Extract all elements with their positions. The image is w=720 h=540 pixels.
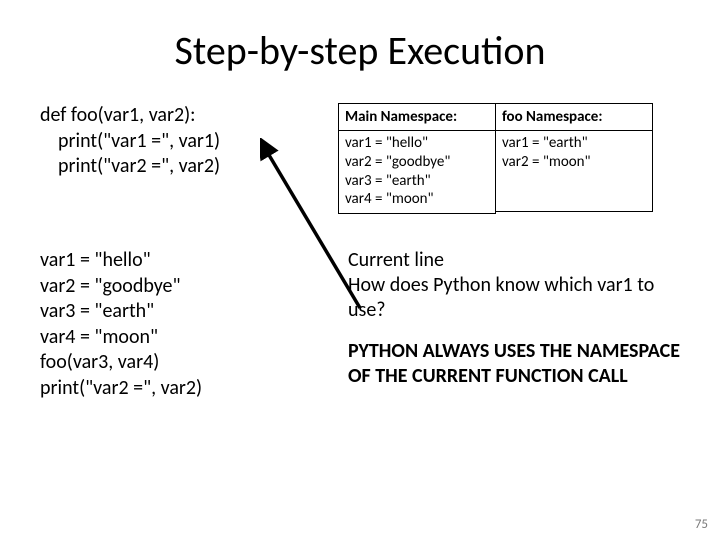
code-line: var1 = "hello" — [40, 248, 151, 272]
code-line: def foo(var1, var2): — [40, 103, 196, 127]
code-line: print("var2 =", var2) — [40, 154, 320, 180]
note-emphasis: PYTHON ALWAYS USES THE NAMESPACE OF THE … — [348, 339, 680, 389]
note-line: How does Python know which var1 to use? — [348, 273, 680, 323]
code-line: var3 = "earth" — [40, 299, 154, 323]
page-number: 75 — [695, 517, 708, 532]
upper-columns: def foo(var1, var2): print("var1 =", var… — [40, 103, 680, 218]
lower-columns: var1 = "hello" var2 = "goodbye" var3 = "… — [40, 248, 680, 402]
slide: Step-by-step Execution def foo(var1, var… — [0, 0, 720, 540]
explanation-text: Current line How does Python know which … — [338, 248, 680, 402]
foo-namespace-body: var1 = "earth" var2 = "moon" — [495, 130, 653, 212]
code-line: print("var2 =", var2) — [40, 376, 202, 400]
namespace-tables: Main Namespace: var1 = "hello" var2 = "g… — [338, 103, 680, 218]
code-line: var2 = "goodbye" — [40, 274, 181, 298]
page-title: Step-by-step Execution — [40, 26, 680, 75]
main-namespace-header: Main Namespace: — [338, 103, 496, 131]
note-line: Current line — [348, 248, 680, 273]
foo-namespace-header: foo Namespace: — [495, 103, 653, 131]
main-code-block: var1 = "hello" var2 = "goodbye" var3 = "… — [40, 248, 320, 402]
function-def-code: def foo(var1, var2): print("var1 =", var… — [40, 103, 320, 218]
code-line: var4 = "moon" — [40, 325, 158, 349]
main-namespace-body: var1 = "hello" var2 = "goodbye" var3 = "… — [338, 130, 496, 214]
code-line: foo(var3, var4) — [40, 350, 159, 374]
code-line: print("var1 =", var1) — [40, 129, 320, 155]
